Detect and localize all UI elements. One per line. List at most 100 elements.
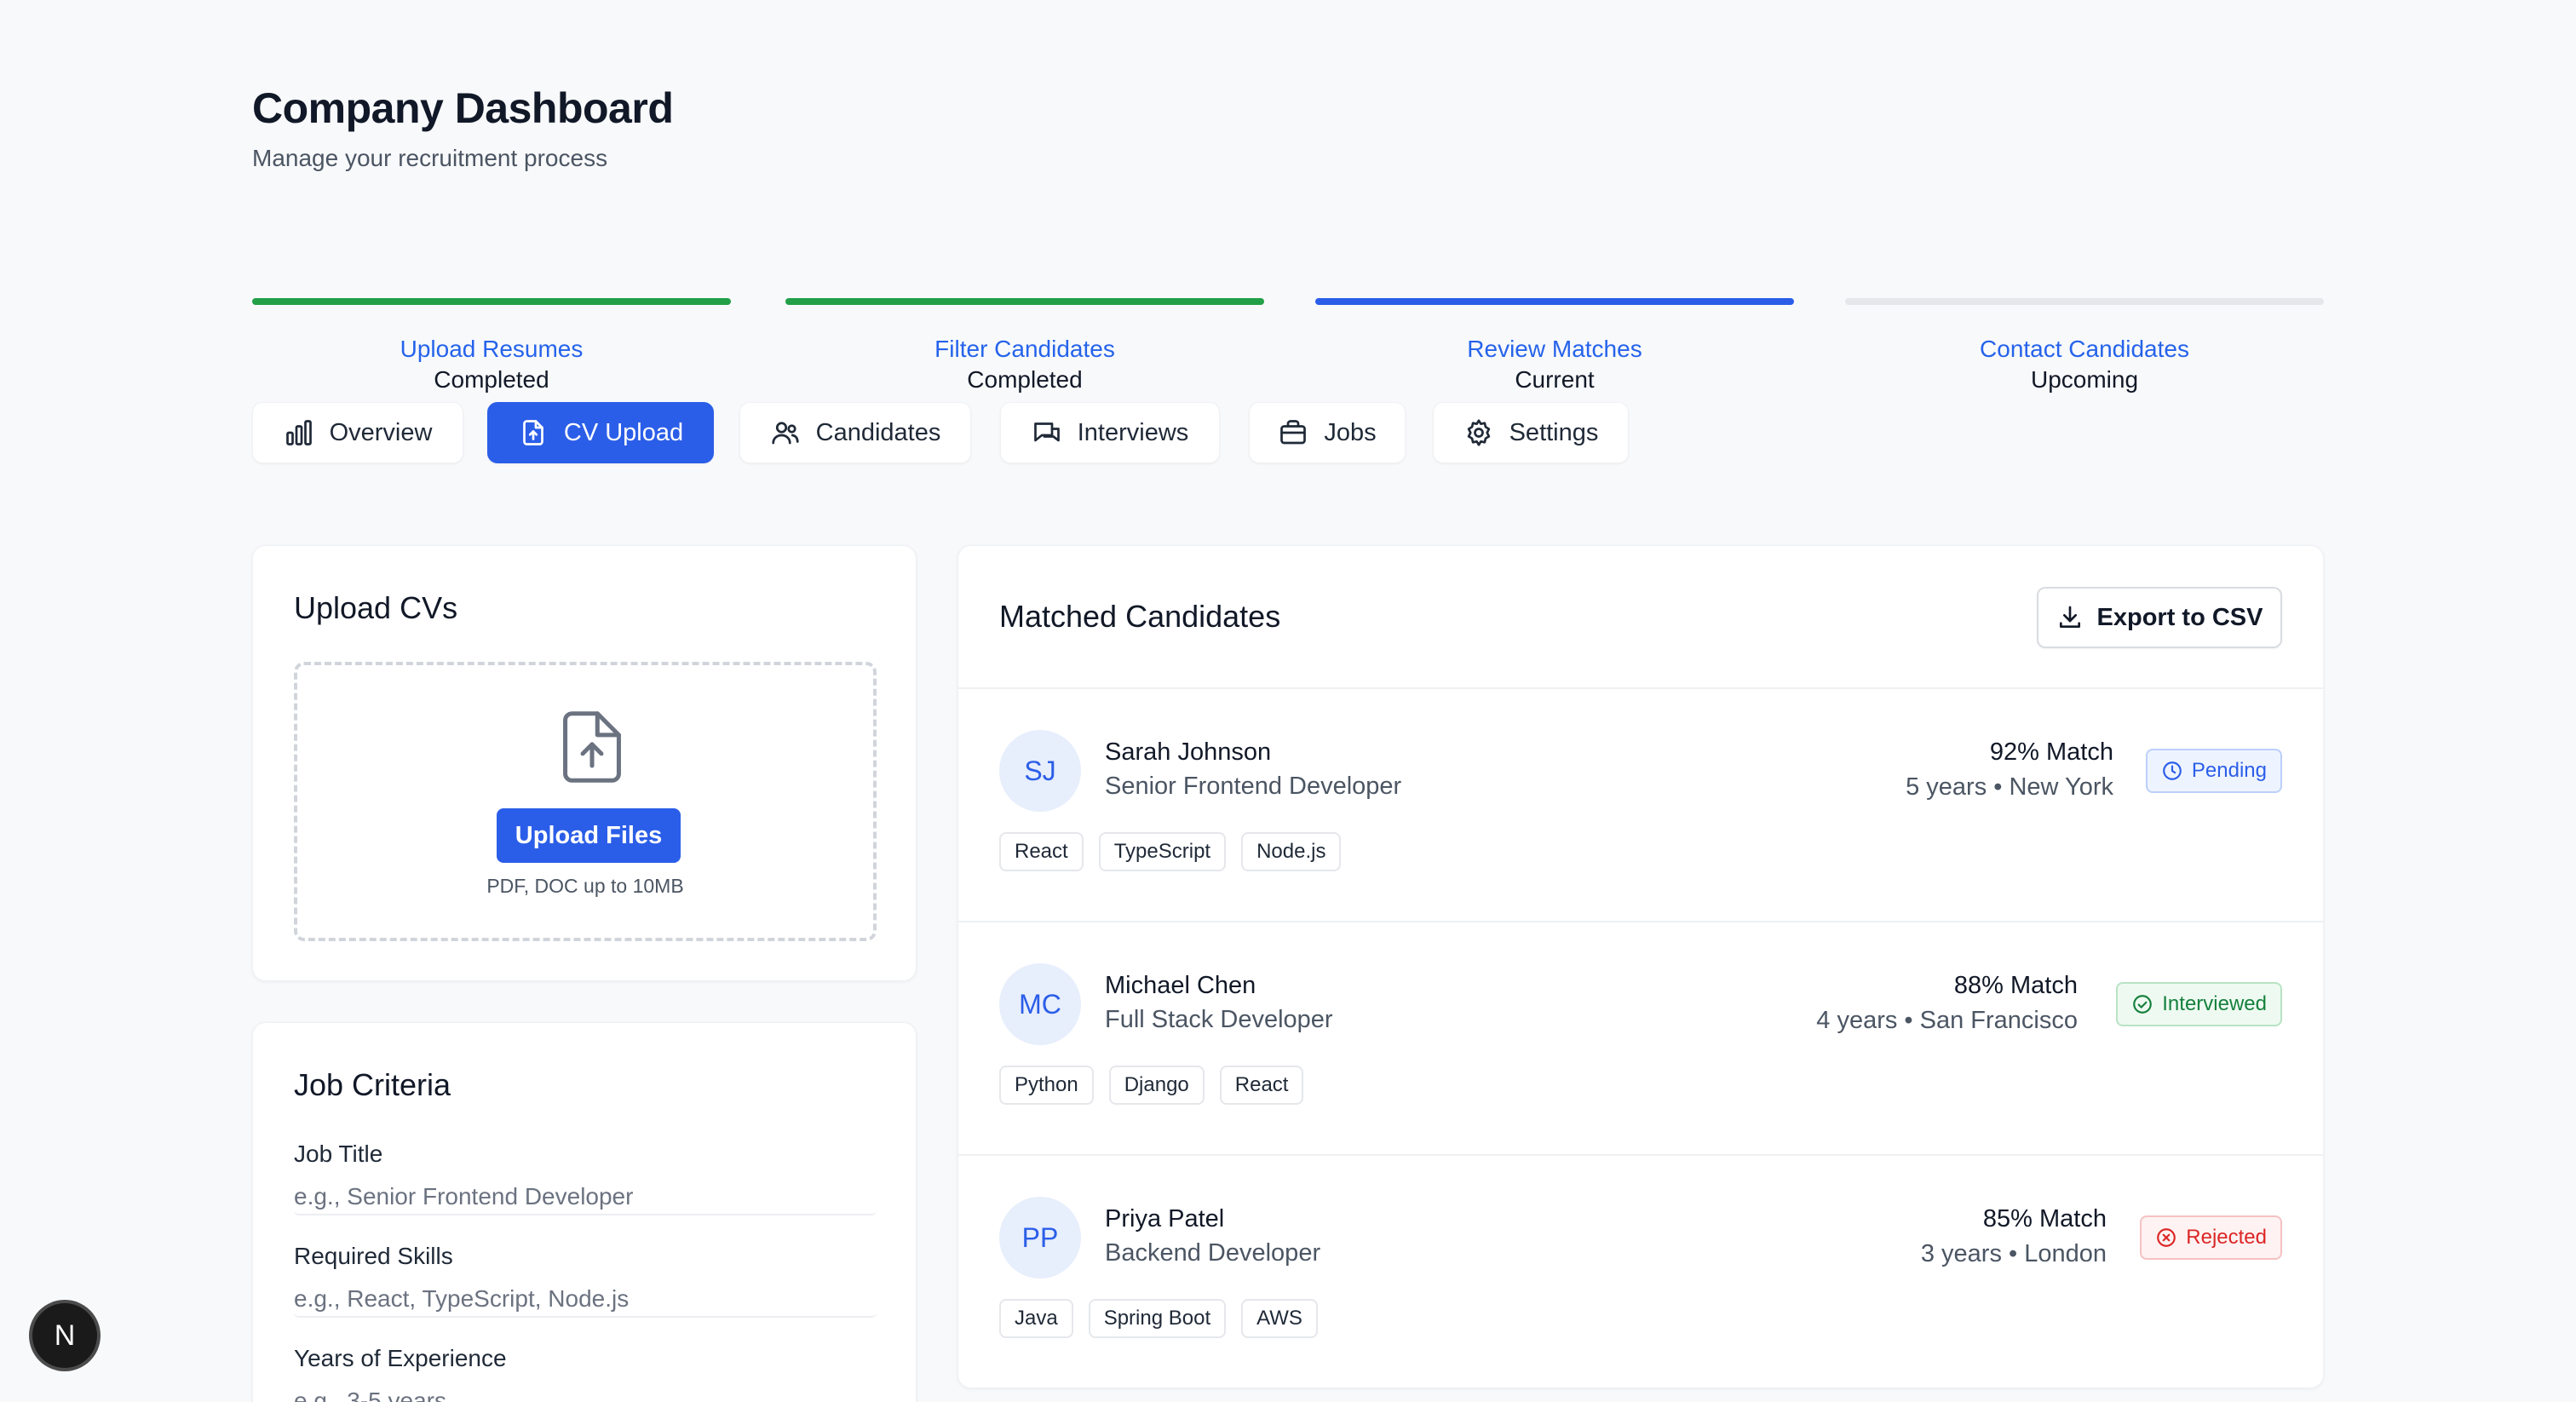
step-status: Completed <box>434 366 549 393</box>
candidate-role: Full Stack Developer <box>1105 1006 1333 1033</box>
step-bar <box>785 298 1264 305</box>
years-experience-input[interactable] <box>294 1384 877 1402</box>
tab-label: Settings <box>1509 418 1599 446</box>
criteria-card-title: Job Criteria <box>294 1067 451 1102</box>
upload-cvs-card: Upload CVs Upload Files PDF, DOC up to 1… <box>252 545 917 981</box>
upload-hint: PDF, DOC up to 10MB <box>486 875 684 897</box>
skill-tag: React <box>999 832 1084 871</box>
candidate-name: Priya Patel <box>1105 1205 1225 1232</box>
candidate-row[interactable]: PP Priya Patel Backend Developer 85% Mat… <box>958 1156 2323 1389</box>
job-title-label: Job Title <box>294 1141 383 1167</box>
step-bar <box>1315 298 1794 305</box>
tab-candidates[interactable]: Candidates <box>739 402 971 463</box>
avatar: MC <box>999 963 1081 1045</box>
match-score: 92% Match <box>1989 738 2113 766</box>
candidate-row[interactable]: MC Michael Chen Full Stack Developer 88%… <box>958 922 2323 1156</box>
status-label: Rejected <box>2186 1226 2267 1249</box>
step-upload-resumes: Upload Resumes Completed <box>252 298 731 400</box>
candidate-role: Backend Developer <box>1105 1239 1321 1267</box>
skill-tag: TypeScript <box>1098 832 1227 871</box>
skill-tag: Python <box>999 1066 1094 1105</box>
step-bar <box>1845 298 2324 305</box>
match-score: 88% Match <box>1953 972 2078 999</box>
export-label: Export to CSV <box>2096 603 2263 631</box>
gear-icon <box>1467 419 1490 446</box>
tab-interviews[interactable]: Interviews <box>1000 402 1220 463</box>
tab-jobs[interactable]: Jobs <box>1249 402 1406 463</box>
candidate-summary: 85% Match 3 years • London <box>1921 1205 2107 1268</box>
status-badge: Rejected <box>2140 1215 2282 1260</box>
clock-icon <box>2163 761 2182 780</box>
status-label: Interviewed <box>2162 992 2267 1015</box>
skill-tag: Java <box>999 1299 1073 1338</box>
x-circle-icon <box>2157 1228 2176 1247</box>
upload-card-title: Upload CVs <box>294 590 458 625</box>
required-skills-input[interactable] <box>294 1282 877 1318</box>
matched-card-title: Matched Candidates <box>999 599 1281 634</box>
job-title-input[interactable] <box>294 1180 877 1215</box>
file-upload-icon <box>523 420 543 445</box>
candidate-meta: 3 years • London <box>1920 1240 2107 1267</box>
skill-tag: Django <box>1108 1066 1205 1105</box>
skill-list: Python Django React <box>999 1066 1304 1105</box>
step-label: Contact Candidates <box>1980 336 2189 362</box>
candidate-meta: 5 years • New York <box>1906 773 2113 801</box>
candidate-meta: 4 years • San Francisco <box>1816 1007 2078 1034</box>
avatar: SJ <box>999 730 1081 812</box>
page-subtitle: Manage your recruitment process <box>252 145 608 171</box>
tab-settings[interactable]: Settings <box>1433 402 1629 463</box>
check-circle-icon <box>2133 995 2153 1014</box>
step-label: Upload Resumes <box>400 336 584 362</box>
briefcase-icon <box>1280 420 1307 445</box>
file-upload-icon <box>563 711 621 783</box>
download-icon <box>2059 606 2080 628</box>
tab-label: Candidates <box>815 418 941 446</box>
progress-steps: Upload Resumes Completed Filter Candidat… <box>252 298 2324 400</box>
skill-tag: Node.js <box>1241 832 1342 871</box>
avatar: PP <box>999 1197 1081 1278</box>
bar-chart-icon <box>285 420 312 445</box>
candidate-summary: 92% Match 5 years • New York <box>1906 738 2113 802</box>
candidate-name: Sarah Johnson <box>1105 738 1272 766</box>
candidate-summary: 88% Match 4 years • San Francisco <box>1816 972 2078 1035</box>
step-status: Current <box>1515 366 1595 393</box>
candidate-row[interactable]: SJ Sarah Johnson Senior Frontend Develop… <box>958 689 2323 922</box>
step-label: Filter Candidates <box>934 336 1115 362</box>
tab-label: CV Upload <box>563 418 684 446</box>
chat-icon <box>1033 422 1060 442</box>
job-criteria-card: Job Criteria Job Title Required Skills Y… <box>252 1022 917 1402</box>
tab-label: Jobs <box>1324 418 1377 446</box>
skill-list: React TypeScript Node.js <box>999 832 1342 871</box>
required-skills-label: Required Skills <box>294 1243 453 1269</box>
status-label: Pending <box>2191 759 2267 782</box>
match-score: 85% Match <box>1982 1205 2107 1232</box>
tab-cv-upload[interactable]: CV Upload <box>487 402 714 463</box>
tab-overview[interactable]: Overview <box>252 402 463 463</box>
upload-files-button[interactable]: Upload Files <box>497 808 681 863</box>
step-status: Completed <box>967 366 1083 393</box>
step-status: Upcoming <box>2030 366 2139 393</box>
status-badge: Interviewed <box>2116 982 2282 1026</box>
candidate-role: Senior Frontend Developer <box>1105 773 1402 800</box>
matched-candidates-card: Matched Candidates Export to CSV SJ Sara… <box>957 545 2324 1388</box>
file-dropzone[interactable]: Upload Files PDF, DOC up to 10MB <box>294 662 877 941</box>
skill-list: Java Spring Boot AWS <box>999 1299 1318 1338</box>
step-review-matches: Review Matches Current <box>1315 298 1794 400</box>
status-badge: Pending <box>2145 749 2282 793</box>
skill-tag: React <box>1219 1066 1304 1105</box>
years-experience-label: Years of Experience <box>294 1345 507 1371</box>
skill-tag: Spring Boot <box>1088 1299 1227 1338</box>
page-title: Company Dashboard <box>252 84 674 132</box>
skill-tag: AWS <box>1241 1299 1318 1338</box>
step-bar <box>252 298 731 305</box>
nextjs-dev-badge[interactable]: N <box>32 1303 97 1368</box>
step-filter-candidates: Filter Candidates Completed <box>785 298 1264 400</box>
matched-header: Matched Candidates Export to CSV <box>958 546 2323 689</box>
step-label: Review Matches <box>1467 336 1642 362</box>
step-contact-candidates: Contact Candidates Upcoming <box>1845 298 2324 400</box>
candidate-name: Michael Chen <box>1105 972 1256 999</box>
export-csv-button[interactable]: Export to CSV <box>2037 587 2282 648</box>
tab-label: Overview <box>329 418 433 446</box>
users-icon <box>772 422 799 445</box>
tab-label: Interviews <box>1077 418 1189 446</box>
